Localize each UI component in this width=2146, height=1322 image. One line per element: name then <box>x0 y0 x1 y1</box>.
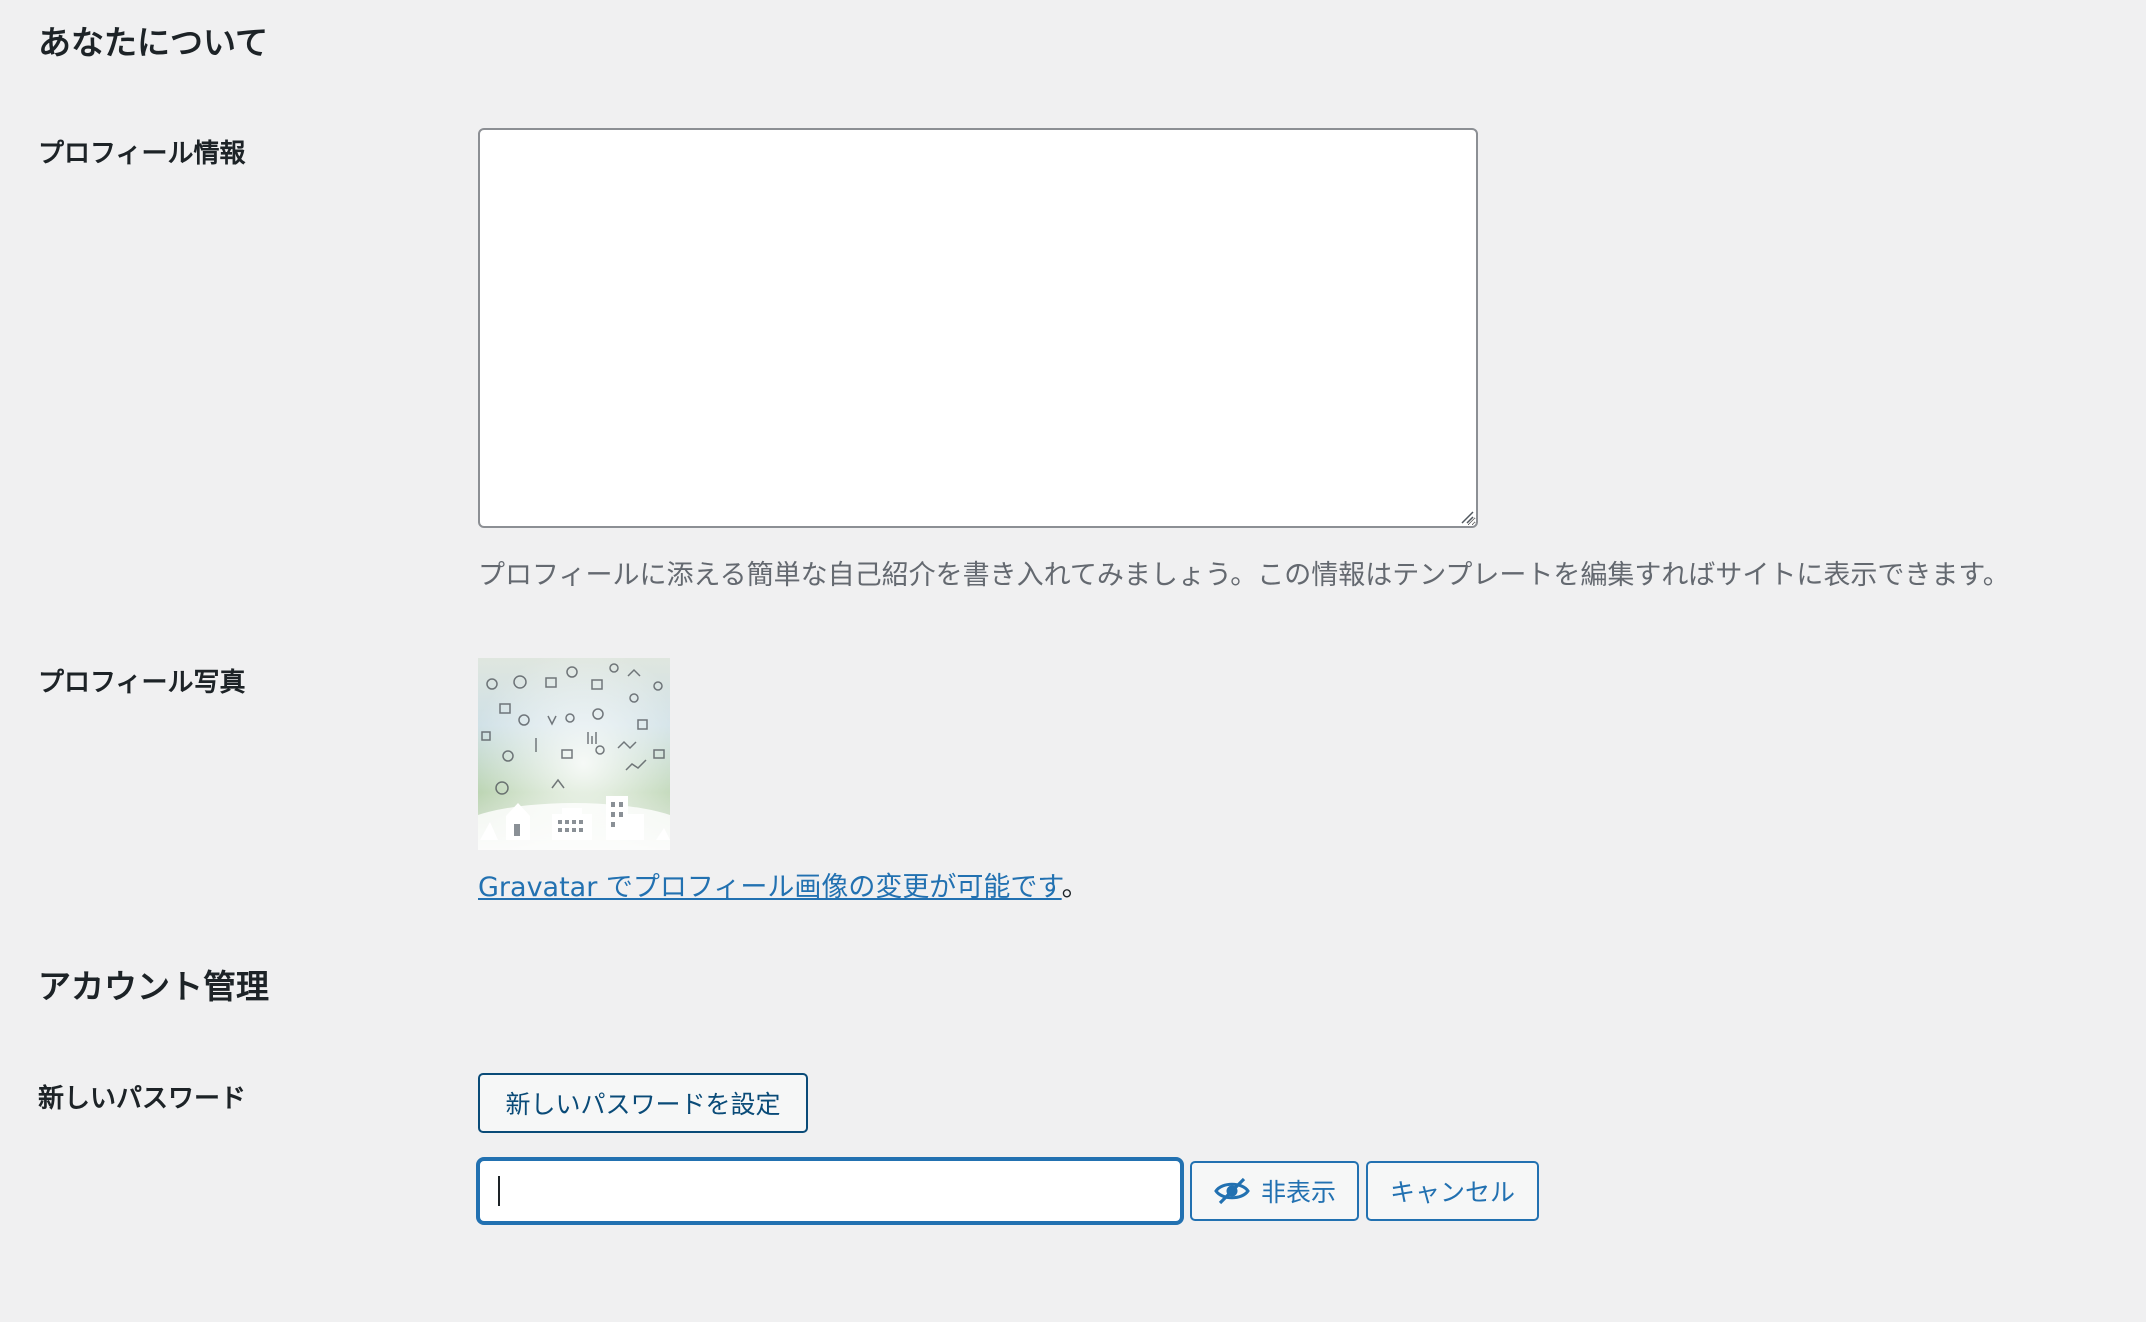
eye-slash-icon <box>1214 1177 1250 1205</box>
bio-label: プロフィール情報 <box>38 139 246 169</box>
hide-password-button[interactable]: 非表示 <box>1190 1161 1359 1221</box>
avatar <box>478 658 670 850</box>
new-password-input[interactable] <box>478 1159 1182 1223</box>
city-icons-avatar-image <box>478 658 670 850</box>
profile-photo-label: プロフィール写真 <box>38 668 246 698</box>
resize-grip-icon[interactable] <box>1458 508 1474 524</box>
gravatar-caption-suffix: 。 <box>1061 872 1089 903</box>
gravatar-link[interactable]: Gravatar でプロフィール画像の変更が可能です <box>478 872 1062 903</box>
cancel-button[interactable]: キャンセル <box>1366 1161 1539 1221</box>
about-section-title: あなたについて <box>38 23 269 62</box>
bio-description: プロフィールに添える簡単な自己紹介を書き入れてみましょう。この情報はテンプレート… <box>478 560 2010 591</box>
set-new-password-button[interactable]: 新しいパスワードを設定 <box>478 1073 808 1133</box>
text-caret <box>498 1176 500 1206</box>
bio-textarea[interactable] <box>478 128 1478 528</box>
profile-page: あなたについて プロフィール情報 プロフィールに添える簡単な自己紹介を書き入れて… <box>0 0 2146 1322</box>
gravatar-caption: Gravatar でプロフィール画像の変更が可能です。 <box>478 870 1089 905</box>
new-password-label: 新しいパスワード <box>38 1084 247 1114</box>
hide-button-label: 非表示 <box>1260 1178 1336 1207</box>
account-section-title: アカウント管理 <box>38 967 269 1006</box>
